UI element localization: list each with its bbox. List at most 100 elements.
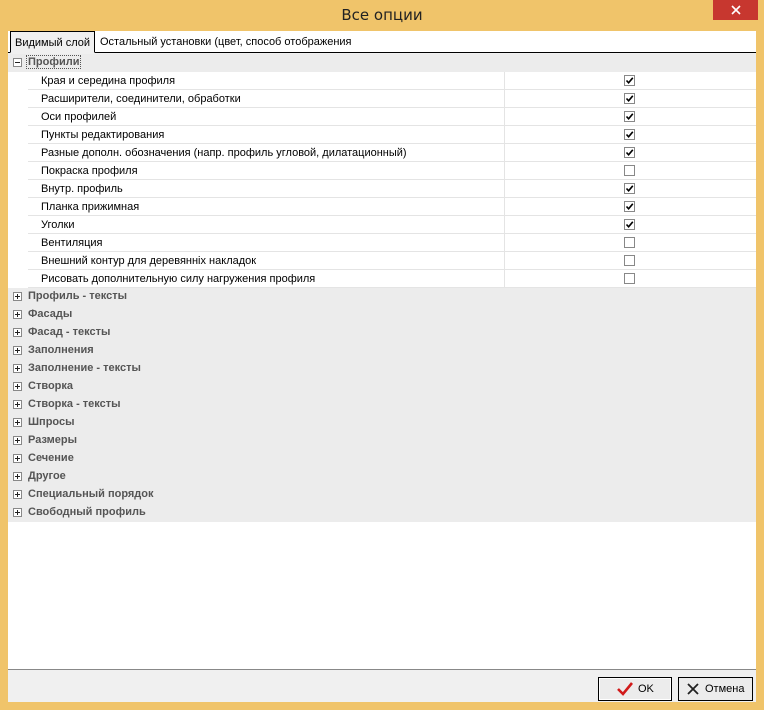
option-label: Расширители, соединители, обработки [41, 93, 241, 105]
tree-group-collapsed[interactable]: Створка [8, 378, 756, 396]
cancel-button[interactable]: Отмена [678, 677, 753, 701]
expand-icon[interactable] [13, 454, 22, 463]
ok-button[interactable]: OK [598, 677, 672, 701]
tree-group-label: Сечение [28, 452, 74, 464]
expand-icon[interactable] [13, 418, 22, 427]
options-tree: Профили Края и середина профиля Расширител… [8, 54, 756, 670]
window-title: Все опции [341, 6, 423, 24]
expand-icon[interactable] [13, 382, 22, 391]
tree-group-collapsed[interactable]: Размеры [8, 432, 756, 450]
option-label: Вентиляция [41, 237, 103, 249]
tree-group-label: Профиль - тексты [28, 290, 128, 302]
expand-icon[interactable] [13, 490, 22, 499]
tree-group-label: Фасад - тексты [28, 326, 111, 338]
expand-icon[interactable] [13, 508, 22, 517]
close-icon [730, 5, 741, 15]
expand-icon[interactable] [13, 292, 22, 301]
option-checkbox[interactable] [624, 237, 635, 248]
cross-icon [686, 682, 700, 696]
column-divider [504, 216, 505, 234]
option-checkbox[interactable] [624, 75, 635, 86]
tree-group-collapsed[interactable]: Сечение [8, 450, 756, 468]
tree-group-label: Заполнение - тексты [28, 362, 141, 374]
option-row: Оси профилей [28, 108, 756, 126]
expand-icon[interactable] [13, 346, 22, 355]
option-row: Рисовать дополнительную силу нагружения … [28, 270, 756, 288]
option-label: Края и середина профиля [41, 75, 176, 87]
tree-group-collapsed[interactable]: Шпросы [8, 414, 756, 432]
option-row: Покраска профиля [28, 162, 756, 180]
option-label: Планка прижимная [41, 201, 140, 213]
dialog-body: Видимый слой Остальный установки (цвет, … [8, 31, 756, 702]
column-divider [504, 126, 505, 144]
option-checkbox[interactable] [624, 219, 635, 230]
expand-icon[interactable] [13, 310, 22, 319]
column-divider [504, 252, 505, 270]
tree-group-collapsed[interactable]: Свободный профиль [8, 504, 756, 522]
tree-group-label: Другое [28, 470, 66, 482]
option-row: Вентиляция [28, 234, 756, 252]
ok-label: OK [638, 683, 654, 695]
option-label: Внутр. профиль [41, 183, 123, 195]
expand-icon[interactable] [13, 364, 22, 373]
option-label: Оси профилей [41, 111, 117, 123]
expand-icon[interactable] [13, 436, 22, 445]
column-divider [504, 198, 505, 216]
tab-visible-layer[interactable]: Видимый слой [10, 31, 96, 53]
tree-group-collapsed[interactable]: Заполнение - тексты [8, 360, 756, 378]
checkmark-icon [617, 682, 633, 696]
tab-other-settings[interactable]: Остальный установки (цвет, способ отобра… [96, 33, 356, 53]
option-row: Края и середина профиля [28, 72, 756, 90]
option-row: Внешний контур для деревянніх накладок [28, 252, 756, 270]
option-row: Расширители, соединители, обработки [28, 90, 756, 108]
tree-group-label: Специальный порядок [28, 488, 154, 500]
column-divider [504, 270, 505, 288]
option-label: Пункты редактирования [41, 129, 165, 141]
tree-group-collapsed[interactable]: Заполнения [8, 342, 756, 360]
option-row: Планка прижимная [28, 198, 756, 216]
tree-group-label: Заполнения [28, 344, 94, 356]
tree-group-collapsed[interactable]: Специальный порядок [8, 486, 756, 504]
column-divider [504, 180, 505, 198]
tree-group-profiles[interactable]: Профили [8, 54, 756, 72]
option-row: Внутр. профиль [28, 180, 756, 198]
option-checkbox[interactable] [624, 111, 635, 122]
option-row: Пункты редактирования [28, 126, 756, 144]
option-checkbox[interactable] [624, 255, 635, 266]
tree-group-collapsed[interactable]: Створка - тексты [8, 396, 756, 414]
tree-group-label: Фасады [28, 308, 73, 320]
title-bar[interactable]: Все опции [0, 0, 764, 30]
tree-group-label: Створка [28, 380, 74, 392]
option-checkbox[interactable] [624, 129, 635, 140]
tree-group-label: Шпросы [28, 416, 75, 428]
option-label: Разные дополн. обозначения (напр. профил… [41, 147, 407, 159]
column-divider [504, 144, 505, 162]
option-row: Уголки [28, 216, 756, 234]
option-checkbox[interactable] [624, 147, 635, 158]
option-checkbox[interactable] [624, 201, 635, 212]
option-checkbox[interactable] [624, 165, 635, 176]
collapse-icon[interactable] [13, 58, 22, 67]
tree-group-label: Створка - тексты [28, 398, 121, 410]
expand-icon[interactable] [13, 328, 22, 337]
tree-group-label: Профили [25, 55, 82, 69]
option-row: Разные дополн. обозначения (напр. профил… [28, 144, 756, 162]
tree-group-collapsed[interactable]: Профиль - тексты [8, 288, 756, 306]
tree-group-collapsed[interactable]: Фасады [8, 306, 756, 324]
option-checkbox[interactable] [624, 273, 635, 284]
option-label: Внешний контур для деревянніх накладок [41, 255, 257, 267]
close-button[interactable] [713, 0, 758, 20]
tree-group-collapsed[interactable]: Другое [8, 468, 756, 486]
option-label: Уголки [41, 219, 75, 231]
option-checkbox[interactable] [624, 93, 635, 104]
option-label: Рисовать дополнительную силу нагружения … [41, 273, 316, 285]
tree-group-label: Размеры [28, 434, 78, 446]
expand-icon[interactable] [13, 472, 22, 481]
tab-strip: Видимый слой Остальный установки (цвет, … [8, 31, 756, 53]
tree-group-collapsed[interactable]: Фасад - тексты [8, 324, 756, 342]
option-checkbox[interactable] [624, 183, 635, 194]
expand-icon[interactable] [13, 400, 22, 409]
column-divider [504, 90, 505, 108]
cancel-label: Отмена [705, 683, 745, 695]
tree-group-label: Свободный профиль [28, 506, 146, 518]
